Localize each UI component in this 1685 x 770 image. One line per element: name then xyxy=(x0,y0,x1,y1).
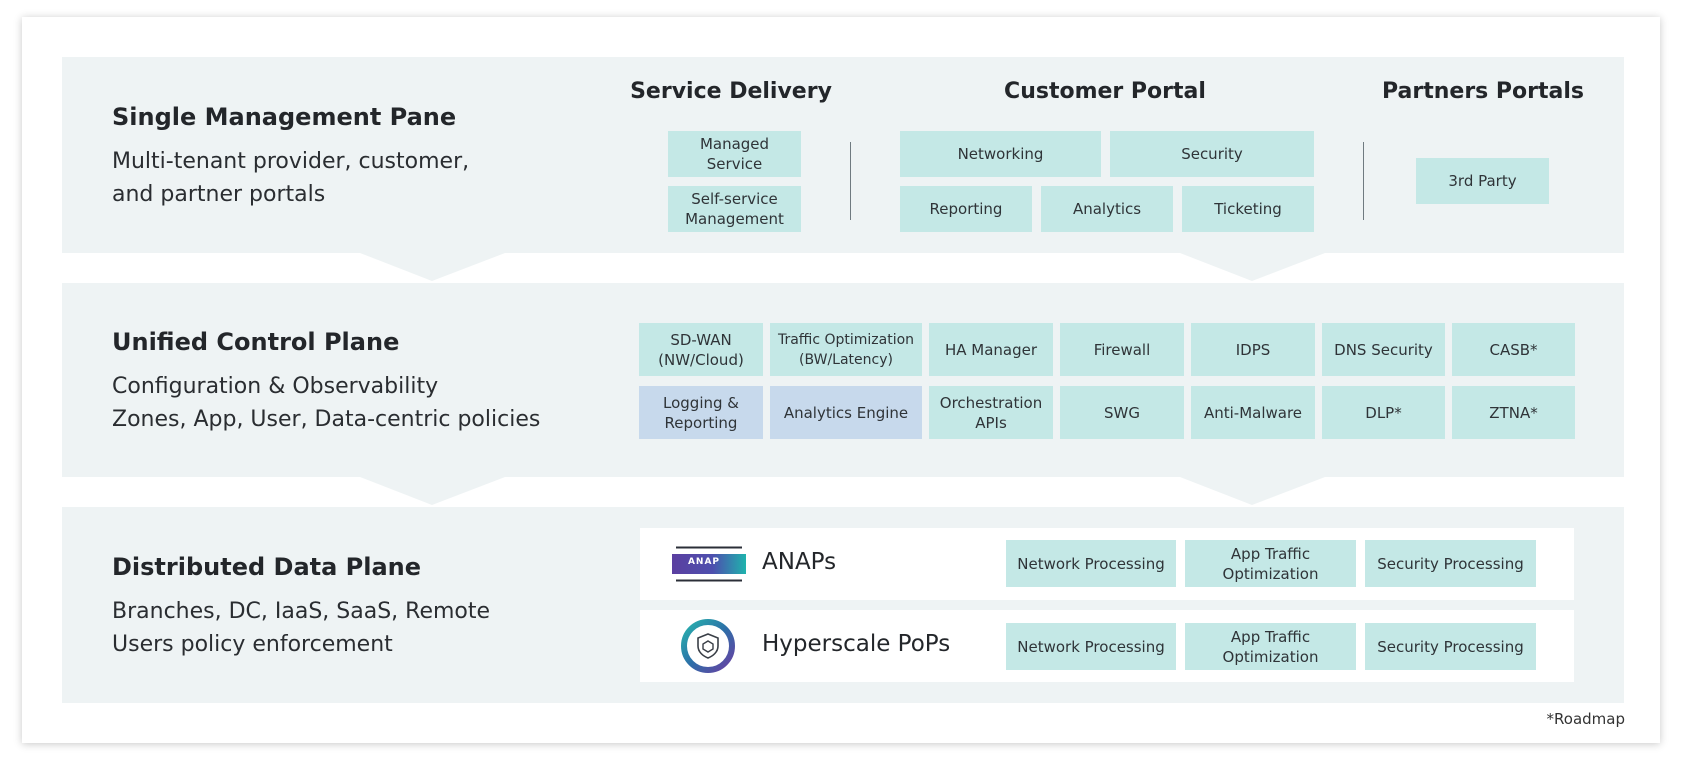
anaps-security-processing-box: Security Processing xyxy=(1365,540,1536,587)
analytics-box: Analytics xyxy=(1041,186,1173,232)
control-desc-line1: Configuration & Observability xyxy=(112,374,439,399)
dlp-box: DLP* xyxy=(1322,386,1445,439)
logging-reporting-box: Logging & Reporting xyxy=(639,386,763,439)
third-party-box: 3rd Party xyxy=(1416,158,1549,204)
flow-chevron-right-2 xyxy=(1180,477,1325,505)
flow-chevron-right-1 xyxy=(1180,253,1325,281)
separator xyxy=(1363,142,1364,220)
management-desc-line2: and partner portals xyxy=(112,182,326,207)
firewall-box: Firewall xyxy=(1060,323,1184,376)
flow-chevron-left-2 xyxy=(360,477,505,505)
security-box: Security xyxy=(1110,131,1314,177)
anaps-network-processing-box: Network Processing xyxy=(1006,540,1176,587)
roadmap-footnote: *Roadmap xyxy=(1546,710,1625,728)
ticketing-box: Ticketing xyxy=(1182,186,1314,232)
management-title: Single Management Pane xyxy=(112,103,457,131)
pops-network-processing-box: Network Processing xyxy=(1006,623,1176,670)
sd-wan-box: SD-WAN (NW/Cloud) xyxy=(639,323,763,376)
data-plane-desc-line2: Users policy enforcement xyxy=(112,632,393,657)
dns-security-box: DNS Security xyxy=(1322,323,1445,376)
hyperscale-pops-label: Hyperscale PoPs xyxy=(762,631,951,657)
casb-box: CASB* xyxy=(1452,323,1575,376)
ztna-box: ZTNA* xyxy=(1452,386,1575,439)
networking-box: Networking xyxy=(900,131,1101,177)
data-plane-title: Distributed Data Plane xyxy=(112,553,422,581)
analytics-engine-box: Analytics Engine xyxy=(770,386,922,439)
service-delivery-heading: Service Delivery xyxy=(630,79,832,104)
self-service-management-box: Self-service Management xyxy=(668,186,801,232)
anap-logo-text: ANAP xyxy=(687,557,721,567)
managed-service-box: Managed Service xyxy=(668,131,801,177)
control-title: Unified Control Plane xyxy=(112,328,400,356)
ha-manager-box: HA Manager xyxy=(929,323,1053,376)
pops-security-processing-box: Security Processing xyxy=(1365,623,1536,670)
flow-chevron-left-1 xyxy=(360,253,505,281)
hyperscale-pop-shield-icon xyxy=(680,618,736,674)
swg-box: SWG xyxy=(1060,386,1184,439)
anaps-app-traffic-optimization-box: App Traffic Optimization xyxy=(1185,540,1356,587)
anap-logo-icon: ANAP xyxy=(672,546,746,582)
control-desc-line2: Zones, App, User, Data-centric policies xyxy=(112,407,541,432)
anaps-label: ANAPs xyxy=(762,549,837,575)
anti-malware-box: Anti-Malware xyxy=(1191,386,1315,439)
orchestration-apis-box: Orchestration APIs xyxy=(929,386,1053,439)
partners-portals-heading: Partners Portals xyxy=(1381,79,1585,104)
pops-app-traffic-optimization-box: App Traffic Optimization xyxy=(1185,623,1356,670)
management-desc-line1: Multi-tenant provider, customer, xyxy=(112,149,470,174)
idps-box: IDPS xyxy=(1191,323,1315,376)
separator xyxy=(850,142,851,220)
reporting-box: Reporting xyxy=(900,186,1032,232)
customer-portal-heading: Customer Portal xyxy=(1004,79,1206,104)
data-plane-desc-line1: Branches, DC, IaaS, SaaS, Remote xyxy=(112,599,491,624)
traffic-optimization-box: Traffic Optimization (BW/Latency) xyxy=(770,323,922,376)
